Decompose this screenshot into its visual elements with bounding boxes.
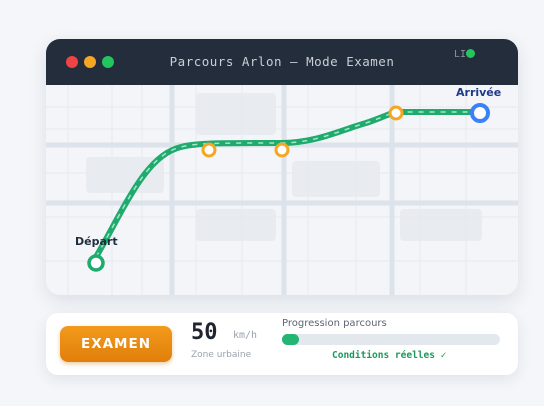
app-window: Parcours Arlon — Mode Examen LI Départ A… [46, 39, 518, 295]
speed-value: 50 [191, 320, 218, 345]
route-map[interactable]: Départ Arrivée [46, 85, 518, 295]
live-status-icon [466, 49, 475, 58]
end-marker[interactable] [470, 103, 490, 123]
waypoint-marker[interactable] [201, 142, 217, 158]
progress-label: Progression parcours [282, 318, 387, 329]
live-label: LI [454, 49, 467, 60]
speed-unit: km/h [233, 330, 258, 341]
start-label: Départ [75, 235, 118, 248]
end-label: Arrivée [456, 86, 502, 99]
waypoint-marker[interactable] [274, 142, 290, 158]
map-canvas [46, 85, 518, 295]
start-marker[interactable] [87, 254, 105, 272]
progress-fill [282, 334, 300, 345]
map-block [400, 209, 482, 241]
control-panel: EXAMEN 50 km/h Zone urbaine Progression … [46, 313, 518, 375]
title-bar: Parcours Arlon — Mode Examen LI [46, 39, 518, 85]
exam-button[interactable]: EXAMEN [60, 326, 172, 362]
map-block [292, 161, 380, 197]
waypoint-marker[interactable] [388, 105, 404, 121]
map-block [196, 209, 276, 241]
conditions-status: Conditions réelles ✓ [332, 350, 447, 361]
progress-bar [282, 334, 500, 345]
window-title: Parcours Arlon — Mode Examen [169, 54, 395, 69]
zone-label: Zone urbaine [191, 350, 252, 360]
